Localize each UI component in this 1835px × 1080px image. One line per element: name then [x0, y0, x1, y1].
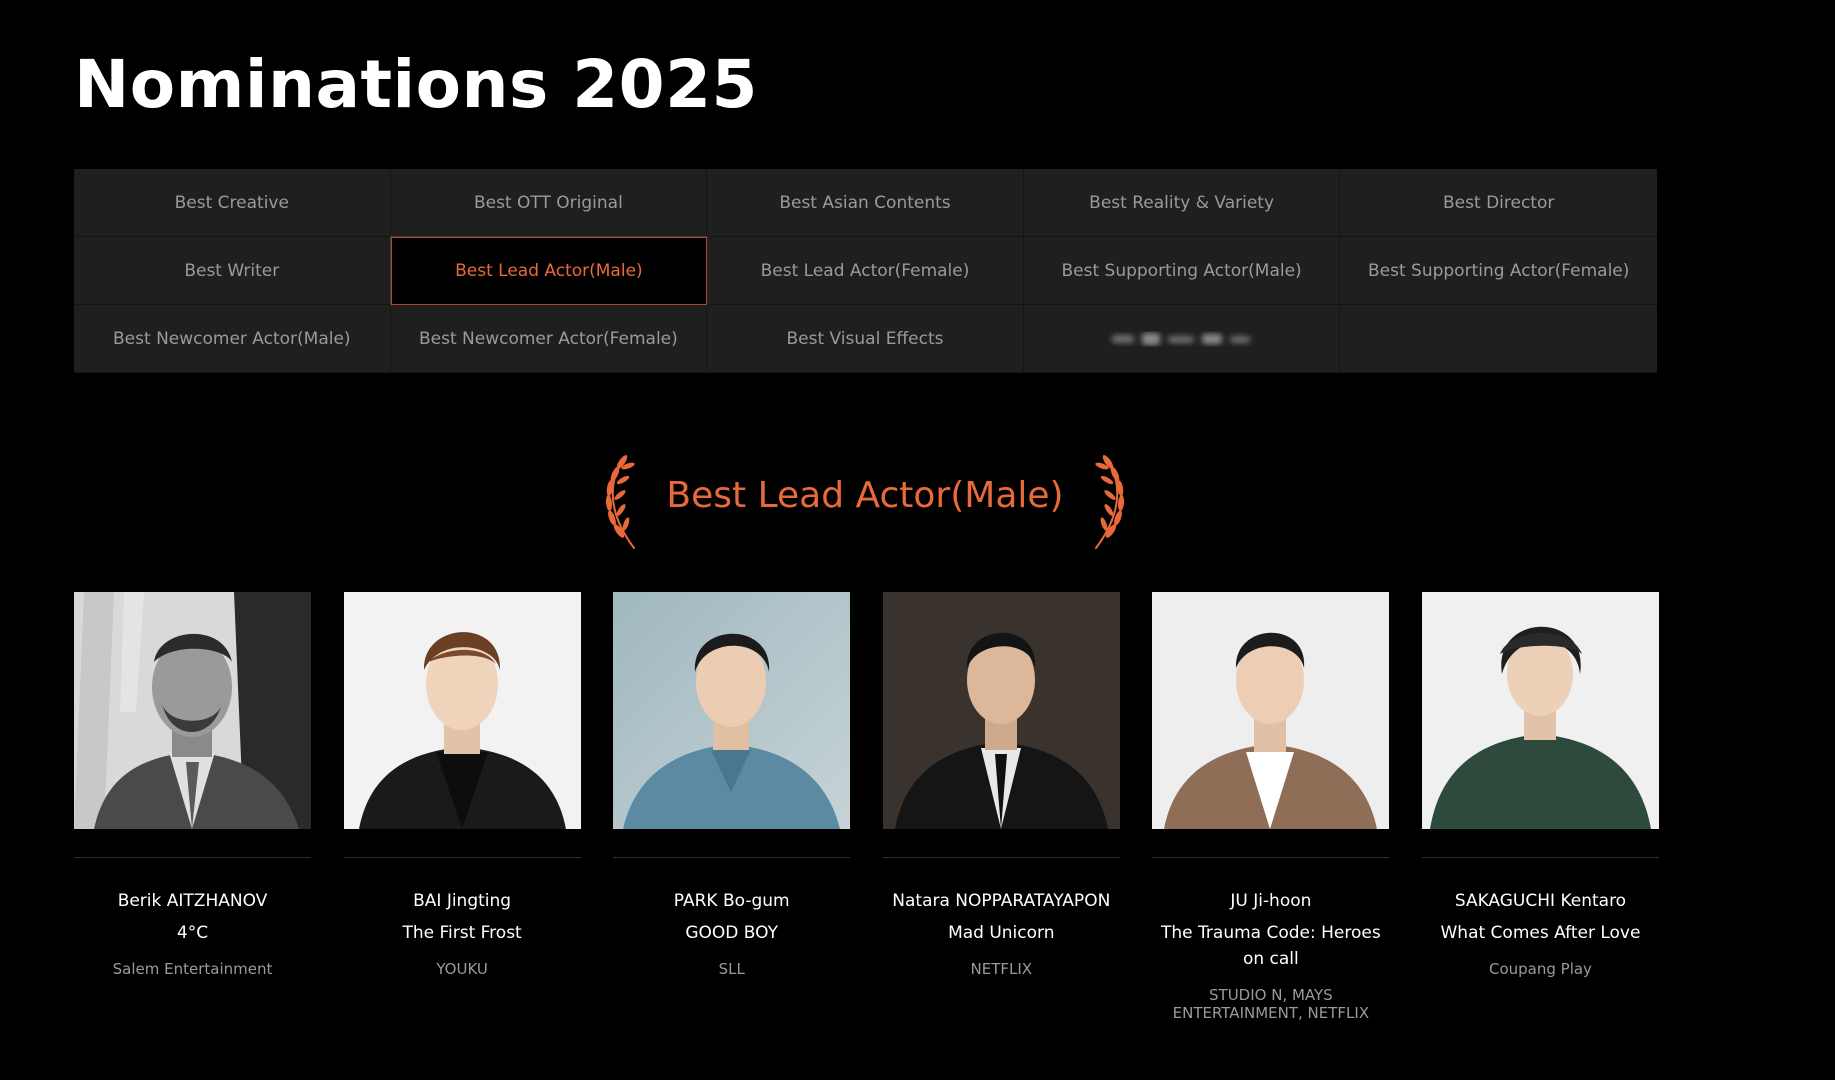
- category-tab-blurred[interactable]: [1023, 305, 1341, 373]
- category-tab-best-newcomer-actor-male[interactable]: Best Newcomer Actor(Male): [74, 305, 391, 373]
- nominee-name: Berik AITZHANOV: [117, 891, 268, 911]
- nominations-page: Nominations 2025 Best Creative Best OTT …: [0, 0, 1835, 1080]
- nominee-name: Natara NOPPARATAYAPON: [892, 891, 1111, 911]
- award-header: Best Lead Actor(Male): [590, 452, 1140, 552]
- category-tab-label: Best Asian Contents: [779, 192, 951, 213]
- divider: [74, 857, 311, 858]
- laurel-right-icon: [1095, 455, 1125, 549]
- blurred-label-graphic: [1111, 332, 1250, 345]
- nominee-photo: [613, 592, 851, 829]
- category-tab-label: Best Writer: [184, 260, 280, 281]
- nominee-card[interactable]: Berik AITZHANOV 4°C Salem Entertainment: [74, 592, 311, 1022]
- category-tab-best-creative[interactable]: Best Creative: [74, 169, 391, 237]
- category-tab-best-asian-contents[interactable]: Best Asian Contents: [707, 169, 1024, 237]
- divider: [343, 857, 581, 858]
- nominee-company: Coupang Play: [1488, 960, 1592, 978]
- category-tab-label: Best Lead Actor(Female): [760, 260, 970, 281]
- category-tab-label: Best Director: [1443, 192, 1555, 213]
- nominee-list: Berik AITZHANOV 4°C Salem Entertainment …: [74, 592, 1659, 1022]
- nominee-company: Salem Entertainment: [112, 960, 273, 978]
- divider: [1421, 857, 1659, 858]
- category-tab-label: Best Reality & Variety: [1089, 192, 1275, 213]
- nominee-card[interactable]: SAKAGUCHI Kentaro What Comes After Love …: [1421, 592, 1659, 1022]
- nominee-work: The Trauma Code: Heroes on call: [1161, 923, 1381, 969]
- category-tab-label: Best Lead Actor(Male): [455, 261, 643, 281]
- nominee-photo: [1421, 592, 1659, 829]
- nominee-name: SAKAGUCHI Kentaro: [1454, 891, 1627, 911]
- category-tab-label: Best OTT Original: [473, 192, 623, 213]
- nominee-photo: [74, 592, 311, 829]
- nominee-company: YOUKU: [436, 960, 488, 978]
- divider: [882, 857, 1120, 858]
- category-tab-label: Best Supporting Actor(Male): [1061, 260, 1302, 281]
- category-tab-best-supporting-actor-female[interactable]: Best Supporting Actor(Female): [1340, 237, 1657, 305]
- divider: [613, 857, 851, 858]
- divider: [1152, 857, 1390, 858]
- nominee-work: 4°C: [176, 923, 209, 943]
- nominee-work: Mad Unicorn: [948, 923, 1055, 943]
- category-tab-empty: [1340, 305, 1657, 373]
- category-tab-best-director[interactable]: Best Director: [1340, 169, 1657, 237]
- category-tab-label: Best Visual Effects: [786, 328, 944, 349]
- category-tab-label: Best Creative: [174, 192, 289, 213]
- category-tab-label: Best Supporting Actor(Female): [1367, 260, 1630, 281]
- nominee-name: BAI Jingting: [413, 891, 512, 911]
- nominee-card[interactable]: Natara NOPPARATAYAPON Mad Unicorn NETFLI…: [882, 592, 1120, 1022]
- nominee-name: JU Ji-hoon: [1230, 891, 1312, 911]
- nominee-card[interactable]: JU Ji-hoon The Trauma Code: Heroes on ca…: [1152, 592, 1390, 1022]
- nominee-card[interactable]: BAI Jingting The First Frost YOUKU: [343, 592, 581, 1022]
- nominee-photo: [882, 592, 1120, 829]
- nominee-photo: [343, 592, 581, 829]
- category-tab-best-lead-actor-male[interactable]: Best Lead Actor(Male): [389, 236, 709, 306]
- category-tab-label: Best Newcomer Actor(Male): [113, 328, 351, 349]
- nominee-work: The First Frost: [402, 923, 522, 943]
- category-tab-best-reality-variety[interactable]: Best Reality & Variety: [1023, 169, 1341, 237]
- category-tab-best-lead-actor-female[interactable]: Best Lead Actor(Female): [707, 237, 1024, 305]
- category-tab-best-supporting-actor-male[interactable]: Best Supporting Actor(Male): [1023, 237, 1341, 305]
- category-tab-best-newcomer-actor-female[interactable]: Best Newcomer Actor(Female): [390, 305, 708, 373]
- category-tab-best-visual-effects[interactable]: Best Visual Effects: [707, 305, 1024, 373]
- category-tab-label: Best Newcomer Actor(Female): [419, 328, 678, 349]
- category-tab-best-writer[interactable]: Best Writer: [74, 237, 391, 305]
- nominee-work: What Comes After Love: [1440, 923, 1641, 943]
- laurel-left-icon: [605, 455, 635, 549]
- nominee-work: GOOD BOY: [685, 923, 778, 943]
- award-title: Best Lead Actor(Male): [666, 474, 1064, 516]
- page-title: Nominations 2025: [74, 46, 758, 123]
- nominee-company: NETFLIX: [970, 960, 1033, 978]
- nominee-company: SLL: [718, 960, 745, 978]
- nominee-photo: [1152, 592, 1390, 829]
- category-tab-best-ott-original[interactable]: Best OTT Original: [390, 169, 708, 237]
- category-tabs: Best Creative Best OTT Original Best Asi…: [74, 169, 1657, 373]
- nominee-company: STUDIO N, MAYS ENTERTAINMENT, NETFLIX: [1172, 986, 1370, 1022]
- nominee-name: PARK Bo-gum: [673, 891, 790, 911]
- nominee-card[interactable]: PARK Bo-gum GOOD BOY SLL: [613, 592, 851, 1022]
